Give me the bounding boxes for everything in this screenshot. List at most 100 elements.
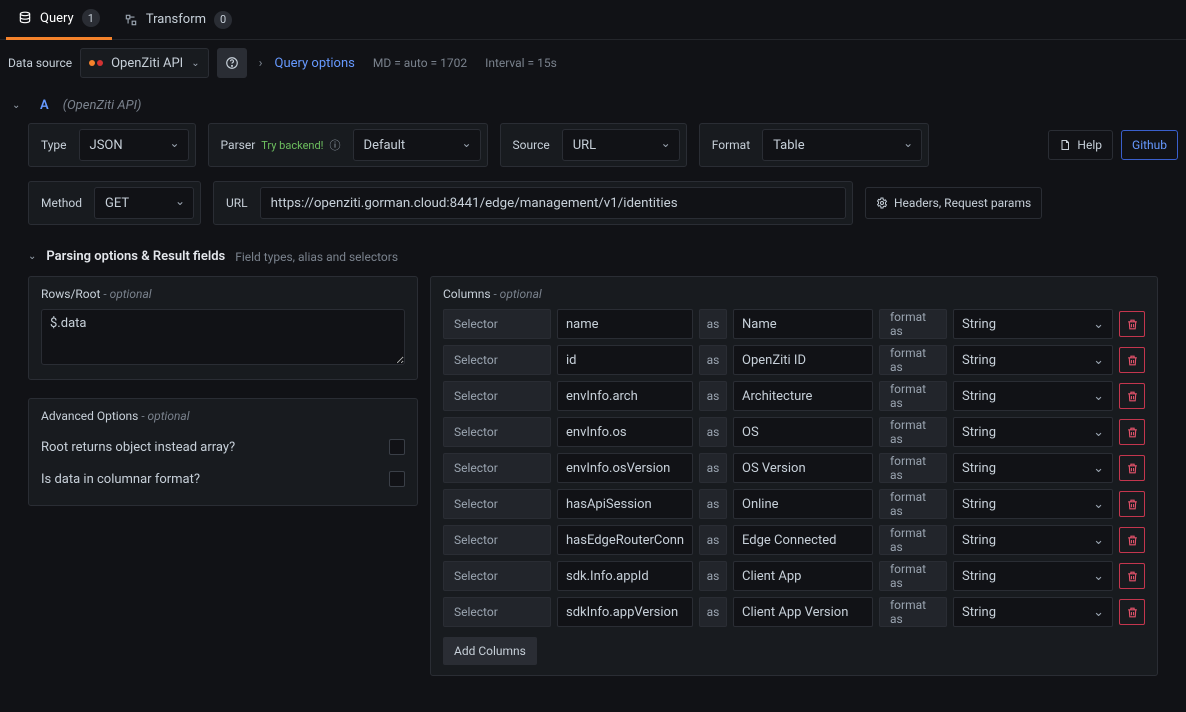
format-select[interactable]: String	[953, 525, 1113, 555]
format-select[interactable]: String	[953, 345, 1113, 375]
alias-input[interactable]	[733, 417, 873, 447]
format-select[interactable]: String	[953, 381, 1113, 411]
adv-opt2-checkbox[interactable]	[389, 471, 405, 487]
as-label: as	[699, 525, 727, 555]
delete-column-button[interactable]	[1119, 383, 1145, 409]
selector-label: Selector	[443, 345, 551, 375]
database-icon	[18, 11, 32, 25]
parsing-collapse-toggle[interactable]: ⌄	[28, 251, 36, 262]
type-select[interactable]: JSON	[79, 129, 189, 161]
alias-input[interactable]	[733, 561, 873, 591]
format-as-label: format as	[879, 597, 947, 627]
query-header: ⌄ A (OpenZiti API)	[8, 92, 1178, 123]
advanced-options-panel: Advanced Options - optional Root returns…	[28, 398, 418, 506]
columns-optional: - optional	[494, 287, 542, 301]
format-as-label: format as	[879, 453, 947, 483]
format-select[interactable]: String	[953, 561, 1113, 591]
adv-opt1-label: Root returns object instead array?	[41, 440, 235, 455]
selector-input[interactable]	[557, 453, 693, 483]
adv-opt1-row: Root returns object instead array?	[41, 431, 405, 463]
alias-input[interactable]	[733, 453, 873, 483]
trash-icon	[1126, 318, 1139, 331]
source-select[interactable]: URL	[562, 129, 680, 161]
selector-input[interactable]	[557, 381, 693, 411]
parser-select[interactable]: Default	[353, 129, 481, 161]
columns-rows: Selectorasformat asStringSelectorasforma…	[443, 309, 1145, 627]
method-label: Method	[29, 182, 94, 224]
gear-icon	[876, 197, 888, 209]
github-button[interactable]: Github	[1121, 130, 1178, 160]
delete-column-button[interactable]	[1119, 563, 1145, 589]
format-select[interactable]: Table	[762, 129, 922, 161]
format-as-label: format as	[879, 309, 947, 339]
add-columns-button[interactable]: Add Columns	[443, 637, 537, 665]
tab-transform[interactable]: Transform 0	[112, 0, 244, 40]
interval-text: Interval = 15s	[485, 56, 557, 70]
url-input[interactable]	[260, 187, 846, 219]
format-select[interactable]: String	[953, 417, 1113, 447]
trash-icon	[1126, 390, 1139, 403]
alias-input[interactable]	[733, 345, 873, 375]
help-button[interactable]: Help	[1048, 130, 1113, 160]
selector-input[interactable]	[557, 561, 693, 591]
method-select[interactable]: GET	[94, 187, 194, 219]
datasource-picker[interactable]: OpenZiti API ⌄	[80, 48, 209, 78]
rows-root-input[interactable]	[41, 309, 405, 365]
column-row: Selectorasformat asString	[443, 453, 1145, 483]
selector-label: Selector	[443, 525, 551, 555]
url-label: URL	[214, 182, 260, 224]
selector-input[interactable]	[557, 525, 693, 555]
selector-label: Selector	[443, 309, 551, 339]
selector-input[interactable]	[557, 489, 693, 519]
delete-column-button[interactable]	[1119, 311, 1145, 337]
help-label: Help	[1077, 138, 1102, 152]
alias-input[interactable]	[733, 381, 873, 411]
trash-icon	[1126, 606, 1139, 619]
query-options-link[interactable]: Query options	[275, 56, 355, 71]
column-row: Selectorasformat asString	[443, 525, 1145, 555]
format-value: String	[962, 425, 996, 440]
delete-column-button[interactable]	[1119, 455, 1145, 481]
type-value: JSON	[90, 138, 123, 153]
rows-root-label: Rows/Root - optional	[41, 287, 405, 301]
alias-input[interactable]	[733, 489, 873, 519]
trash-icon	[1126, 354, 1139, 367]
query-letter[interactable]: A	[40, 98, 49, 113]
adv-opt1-checkbox[interactable]	[389, 439, 405, 455]
chevron-right-icon: ›	[255, 56, 267, 71]
headers-button[interactable]: Headers, Request params	[865, 187, 1042, 219]
selector-input[interactable]	[557, 345, 693, 375]
delete-column-button[interactable]	[1119, 419, 1145, 445]
parser-group: Parser Try backend! ⓘ Default	[208, 123, 488, 167]
format-select[interactable]: String	[953, 453, 1113, 483]
adv-optional: - optional	[141, 409, 189, 423]
selector-input[interactable]	[557, 597, 693, 627]
delete-column-button[interactable]	[1119, 599, 1145, 625]
parsing-body: Rows/Root - optional Advanced Options - …	[8, 276, 1178, 696]
format-as-label: format as	[879, 561, 947, 591]
format-select[interactable]: String	[953, 489, 1113, 519]
selector-input[interactable]	[557, 417, 693, 447]
delete-column-button[interactable]	[1119, 347, 1145, 373]
tab-transform-count: 0	[214, 11, 232, 29]
source-group: Source URL	[500, 123, 687, 167]
datasource-help-button[interactable]	[217, 48, 247, 78]
format-select[interactable]: String	[953, 309, 1113, 339]
selector-input[interactable]	[557, 309, 693, 339]
alias-input[interactable]	[733, 525, 873, 555]
tab-query[interactable]: Query 1	[6, 0, 112, 40]
column-row: Selectorasformat asString	[443, 381, 1145, 411]
delete-column-button[interactable]	[1119, 527, 1145, 553]
collapse-toggle[interactable]: ⌄	[12, 100, 26, 111]
chevron-down-icon: ⌄	[191, 58, 199, 69]
datasource-label: Data source	[8, 56, 72, 70]
format-select[interactable]: String	[953, 597, 1113, 627]
delete-column-button[interactable]	[1119, 491, 1145, 517]
alias-input[interactable]	[733, 309, 873, 339]
format-value: String	[962, 461, 996, 476]
trash-icon	[1126, 498, 1139, 511]
url-group: URL	[213, 181, 853, 225]
alias-input[interactable]	[733, 597, 873, 627]
format-value: String	[962, 533, 996, 548]
trash-icon	[1126, 534, 1139, 547]
